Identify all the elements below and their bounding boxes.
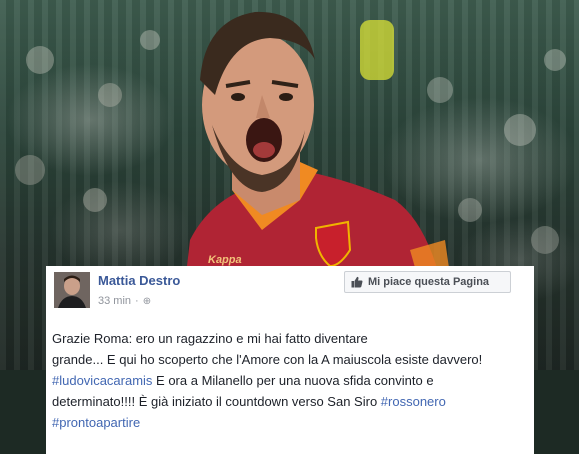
jersey-brand-label: Kappa (208, 254, 242, 266)
post-text: Grazie Roma: ero un ragazzino e mi hai f… (52, 328, 540, 433)
globe-icon: ⊕ (142, 295, 152, 307)
post-meta: 33 min · ⊕ (98, 295, 152, 307)
post-line-3: #ludovicacaramis E ora a Milanello per u… (52, 373, 434, 388)
hashtag-link[interactable]: #prontoapartire (52, 415, 140, 430)
avatar[interactable] (54, 272, 90, 308)
hashtag-link[interactable]: #ludovicacaramis (52, 373, 152, 388)
post-line-5: #prontoapartire (52, 412, 540, 433)
post-time[interactable]: 33 min (98, 295, 131, 307)
hashtag-link[interactable]: #rossonero (381, 394, 446, 409)
thumbs-up-icon (351, 276, 363, 288)
post-line-1: Grazie Roma: ero un ragazzino e mi hai f… (52, 331, 368, 346)
facebook-post-card: Mattia Destro 33 min · ⊕ Mi piace questa… (46, 266, 534, 454)
author-name[interactable]: Mattia Destro (98, 273, 180, 288)
like-page-button[interactable]: Mi piace questa Pagina (344, 271, 511, 293)
like-page-label: Mi piace questa Pagina (368, 276, 490, 288)
post-line-4: determinato!!!! È già iniziato il countd… (52, 394, 446, 409)
post-line-2: grande... E qui ho scoperto che l'Amore … (52, 352, 483, 367)
